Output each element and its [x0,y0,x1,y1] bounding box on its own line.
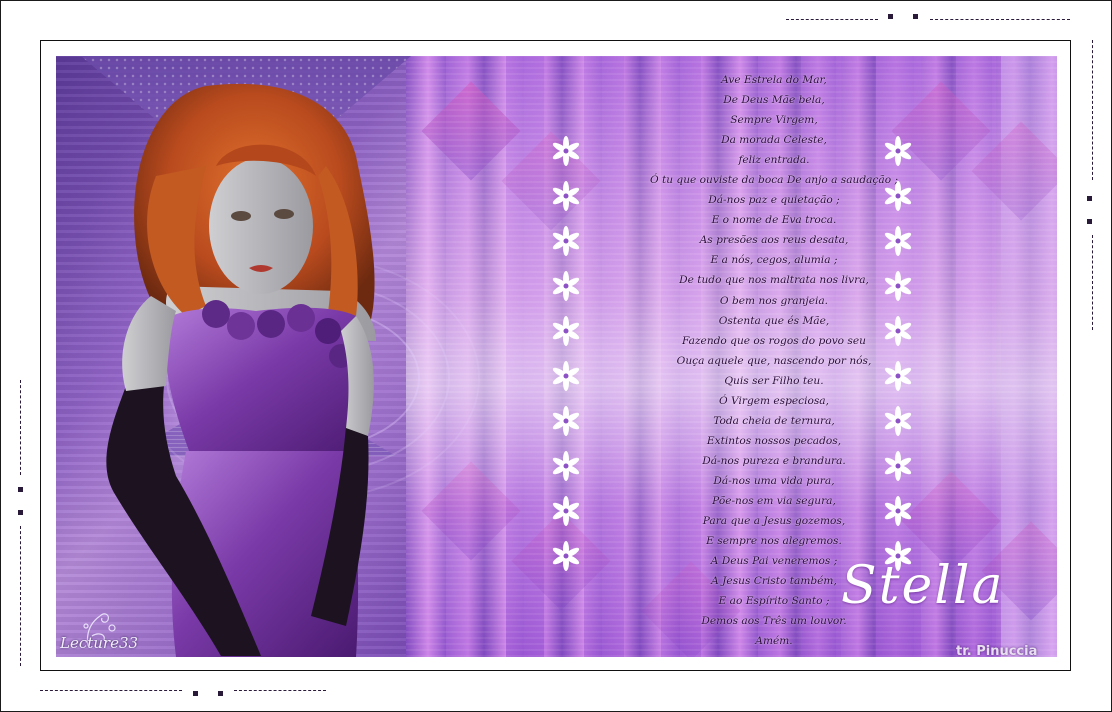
top-dash-left [786,19,878,20]
bottom-square-2 [218,691,223,696]
poem-line: Ouça aquele que, nascendo por nós, [676,354,872,367]
left-square-1 [18,487,23,492]
flower-icon [552,451,580,481]
flower-icon [552,361,580,391]
poem-line: Fazendo que os rogos do povo seu [682,334,866,347]
left-dash-bottom [20,526,21,666]
poem-line: As presões aos reus desata, [699,234,849,247]
poem-line: Dá-nos paz e quietação ; [708,194,840,207]
poem-line: feliz entrada. [738,154,810,167]
poem-line: E a nós, cegos, alumia ; [710,254,838,267]
poem-line: E o nome de Eva troca. [711,214,837,227]
top-dash-right [930,19,1070,20]
artwork-title: Stella [841,556,1005,616]
bottom-square-1 [193,691,198,696]
watermark-signature: Lecture33 [60,634,139,652]
top-square-1 [888,14,893,19]
poem-line: Ó tu que ouviste da boca De anjo a sauda… [649,174,899,187]
poem-line: De Deus Mãe bela, [723,94,825,107]
right-dash-bottom [1092,235,1093,330]
poem-line: Toda cheia de ternura, [713,414,835,427]
poem-line: E sempre nos alegremos. [706,535,842,548]
flower-icon [552,271,580,301]
flower-icon [552,316,580,346]
left-dash-top [20,380,21,475]
flower-icon [552,181,580,211]
poem-line: O bem nos granjeia. [719,294,829,307]
poem-line: Quis ser Filho teu. [724,374,824,387]
poem-line: Dá-nos pureza e brandura. [702,454,846,467]
flower-icon [552,496,580,526]
right-dash-top [1092,40,1093,180]
flower-icon [552,226,580,256]
poem-line: Ó Virgem especiosa, [718,394,829,407]
bottom-dash-right [234,690,326,691]
translator-credit: tr. Pinuccia [956,644,1038,657]
poem-line: Para que a Jesus gozemos, [702,515,846,528]
poem-line: Sempre Virgem, [730,114,818,127]
left-square-2 [18,510,23,515]
flower-icon [552,541,580,571]
poem-line: De tudo que nos maltrata nos livra, [679,274,869,287]
bottom-dash-left [40,690,182,691]
poem-line: Dá-nos uma vida pura, [713,474,835,487]
flower-column-left [546,136,586,571]
flower-icon [552,406,580,436]
woman-figure [106,83,376,657]
poem-line: Extintos nossos pecados, [706,434,842,447]
right-square-2 [1087,219,1092,224]
poem-line: Ave Estrela do Mar, [721,74,827,86]
flower-icon [552,136,580,166]
poem-line: Da morada Celeste, [721,134,827,147]
top-square-2 [913,14,918,19]
poem-line: Amém. [755,635,793,648]
right-square-1 [1087,196,1092,201]
poem-line: Põe-nos em via segura, [712,494,836,507]
poem-line: Ostenta que és Mãe, [718,314,830,327]
artwork-canvas: Ave Estrela do Mar, De Deus Mãe bela, Se… [56,56,1057,657]
